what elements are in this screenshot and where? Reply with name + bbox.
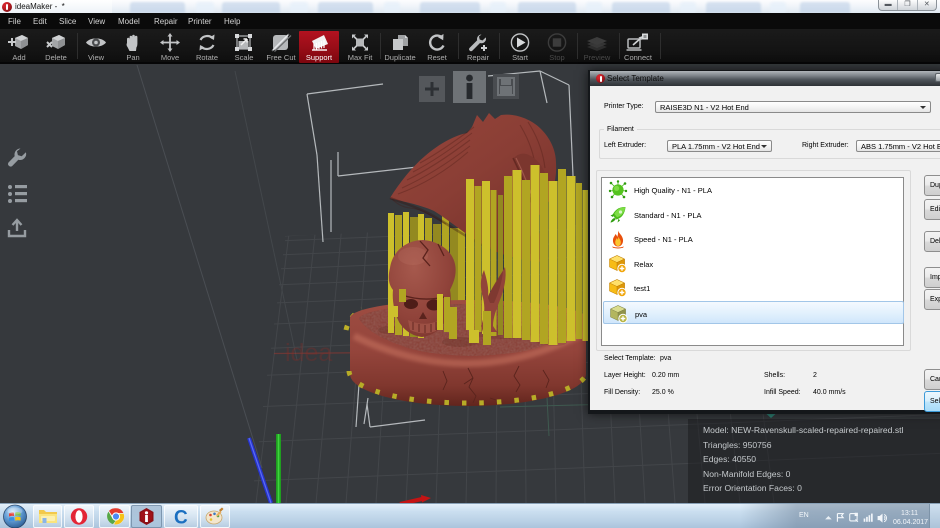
svg-text:C: C [174, 508, 188, 528]
svg-text:idea: idea [285, 339, 332, 367]
